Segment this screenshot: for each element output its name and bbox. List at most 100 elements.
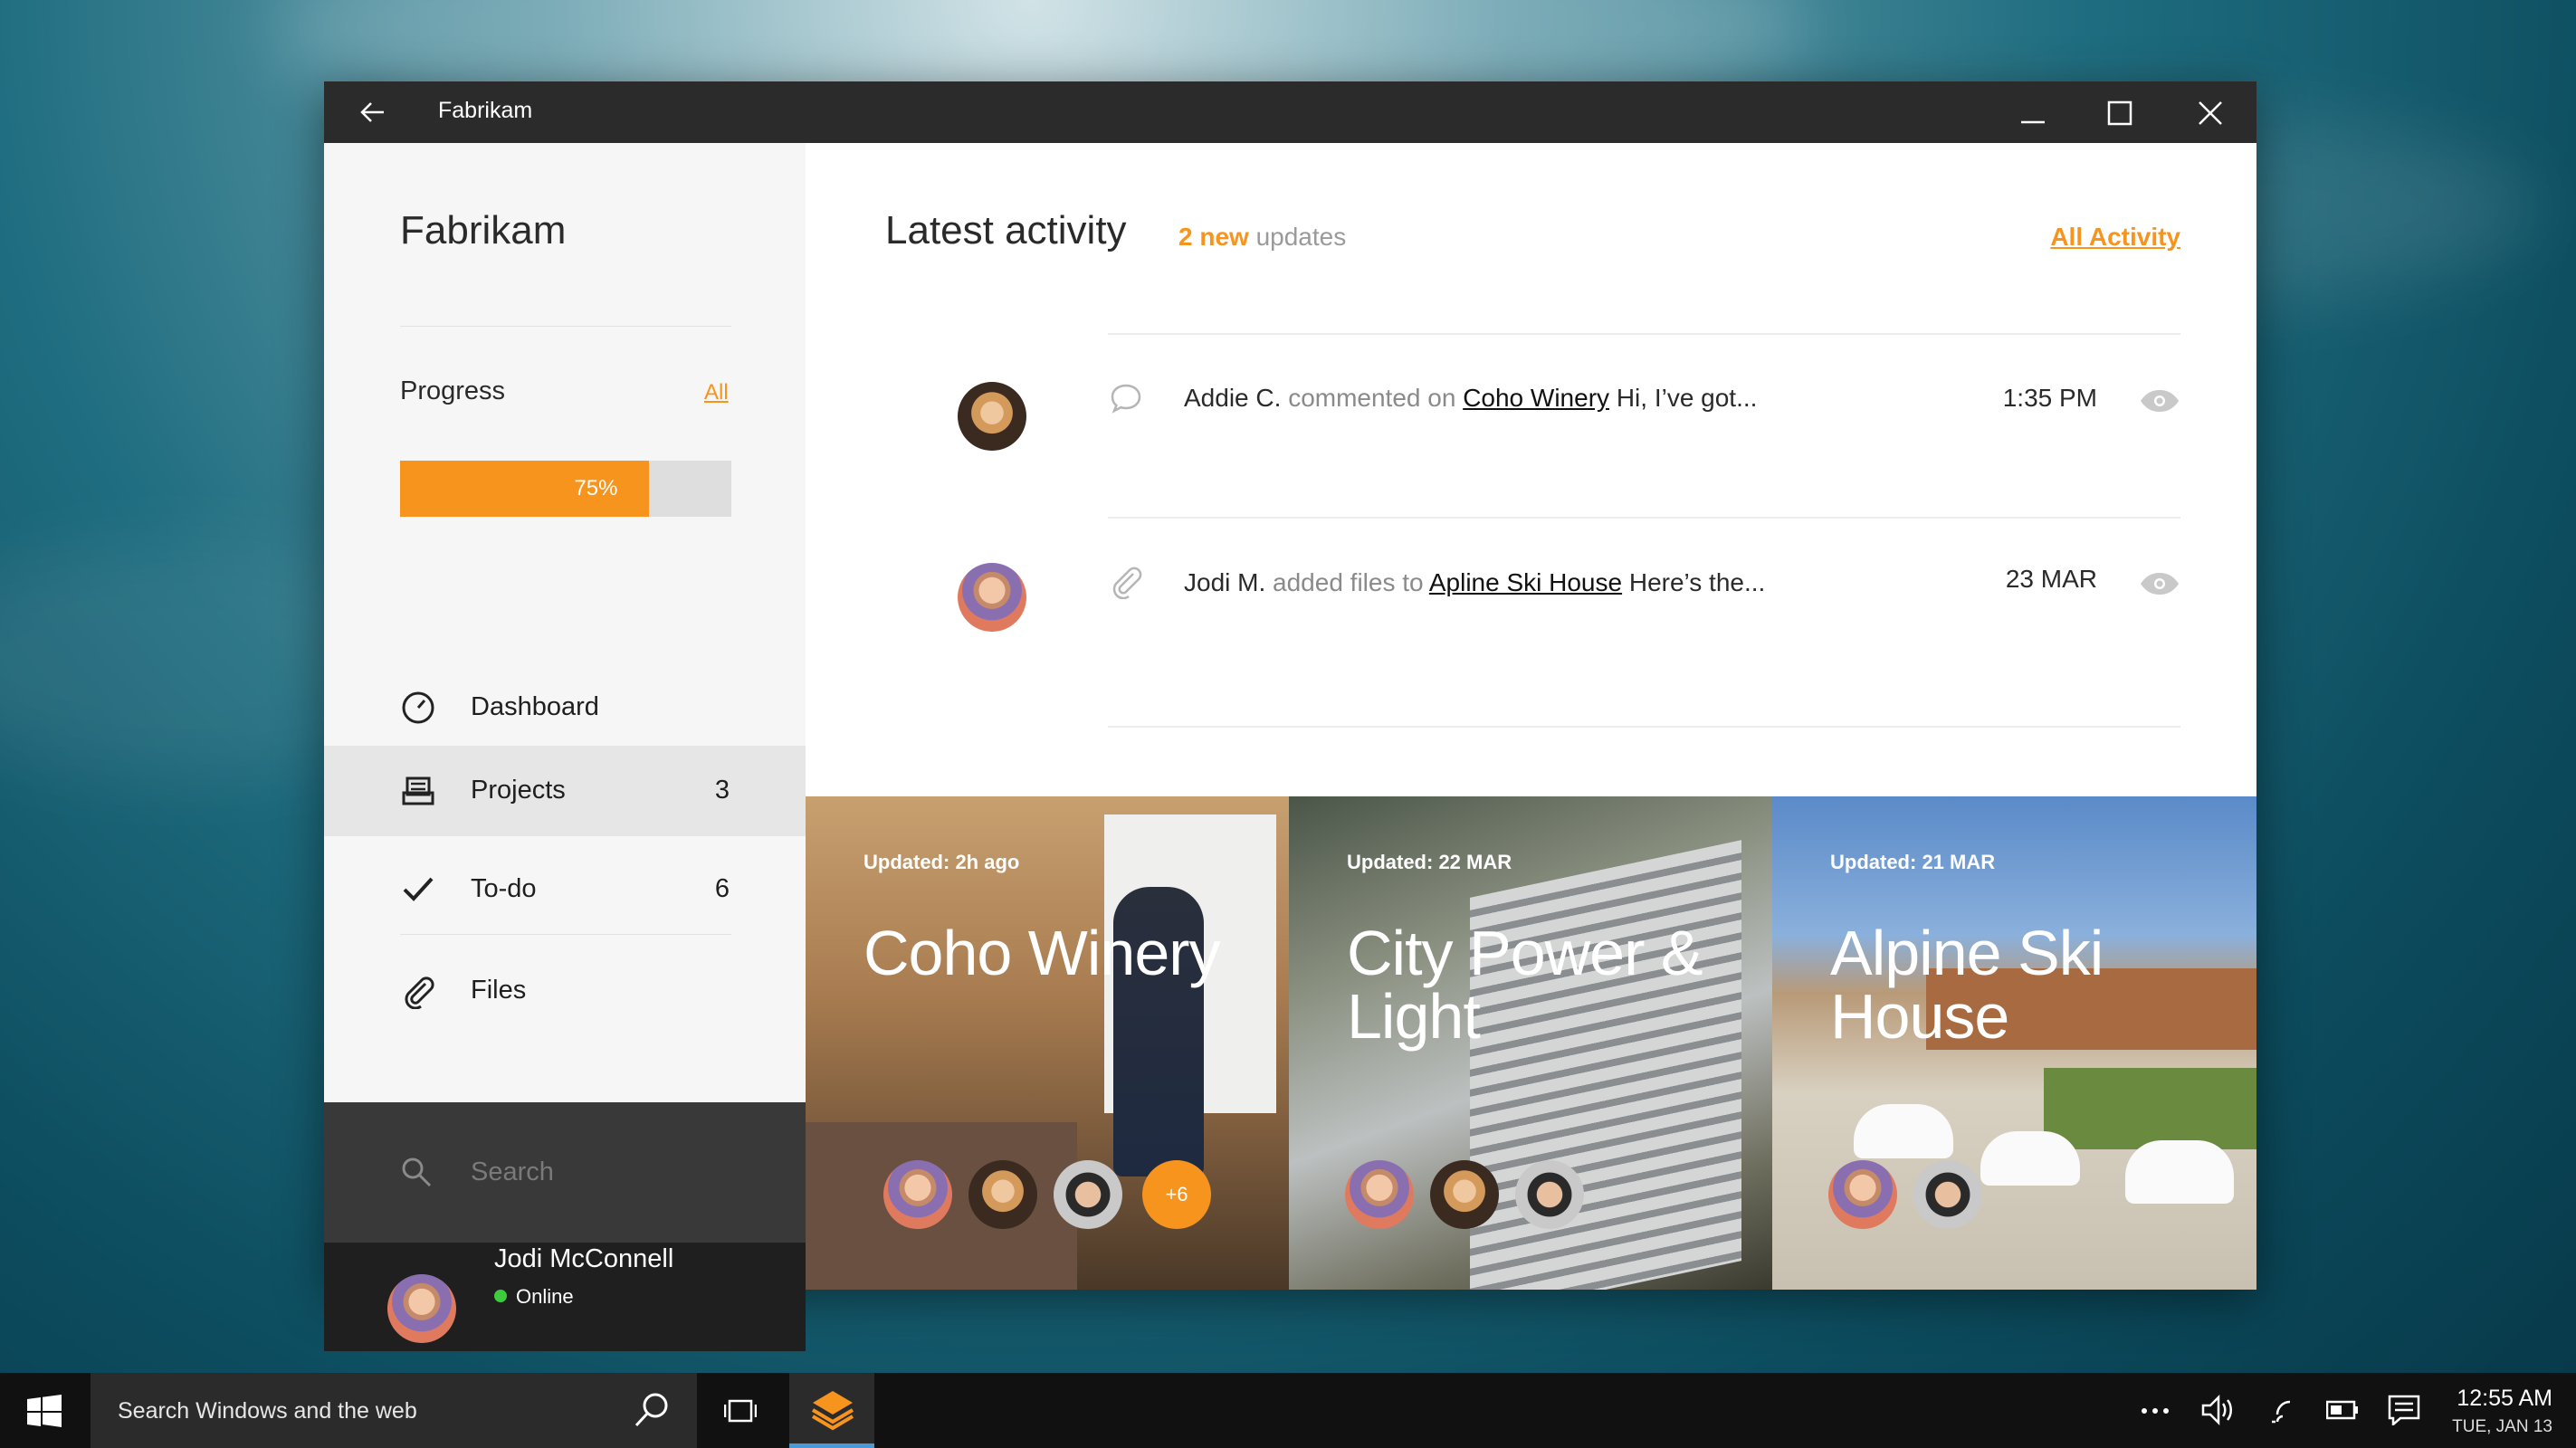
tile-title: Coho Winery [863,918,1221,988]
back-arrow-icon[interactable] [355,94,391,130]
app-name: Fabrikam [400,208,567,252]
tile-title: Alpine Ski House [1830,918,2104,1052]
tile-updated: Updated: 21 MAR [1830,851,1996,873]
nav-label: Dashboard [471,692,599,721]
close-icon [2199,101,2222,125]
member-avatar [1913,1160,1982,1229]
nav-label: Files [471,976,527,1005]
nav-item-projects[interactable]: Projects 3 [324,746,806,836]
taskbar-app-fabrikam[interactable] [789,1373,874,1448]
action-center-icon[interactable] [2388,1395,2420,1425]
chair-shape [2125,1140,2234,1204]
activity-action: commented on [1288,384,1456,412]
minimize-icon [2021,120,2045,124]
clock-date: TUE, JAN 13 [2452,1417,2552,1436]
new-updates-count: 2 new updates [1178,223,1346,252]
divider [400,934,731,935]
more-icon[interactable] [2142,1407,2169,1415]
eye-icon[interactable] [2139,572,2180,595]
tile-updated: Updated: 22 MAR [1347,851,1512,873]
nav-label: Projects [471,776,566,805]
windows-start-icon[interactable] [27,1395,62,1427]
activity-target-link[interactable]: Apline Ski House [1429,568,1622,596]
chair-shape [1980,1131,2080,1186]
chair-shape [1854,1104,1953,1158]
nav-count: 3 [714,776,730,805]
nav-item-files[interactable]: Files [324,946,806,1036]
activity-item[interactable]: Jodi M. added files to Apline Ski House … [806,563,2256,699]
taskbar-search[interactable]: Search Windows and the web [91,1373,697,1448]
checkmark-icon [403,877,434,901]
activity-time: 1:35 PM [2002,384,2097,412]
new-suffix: updates [1255,223,1347,251]
taskbar: Search Windows and the web 12:55 AM TUE,… [0,1373,2576,1448]
user-avatar [387,1274,456,1343]
clock-time: 12:55 AM [2457,1386,2552,1411]
activity-text: Jodi M. added files to Apline Ski House … [1184,568,1765,597]
progress-all-link[interactable]: All [704,380,729,405]
building-shape [1470,840,1741,1290]
all-activity-link[interactable]: All Activity [2050,223,2180,252]
minimize-button[interactable] [1985,81,2074,143]
new-count: 2 new [1178,223,1249,251]
nav-item-dashboard[interactable]: Dashboard [324,662,806,753]
activity-action: added files to [1273,568,1424,596]
tile-title: City Power & Light [1347,918,1703,1052]
user-name: Jodi McConnell [494,1244,674,1273]
project-tile-coho-winery[interactable]: Updated: 2h ago Coho Winery +6 [806,796,1289,1290]
maximize-button[interactable] [2075,81,2164,143]
title-bar: Fabrikam [324,81,2256,143]
window-title: Fabrikam [438,98,533,123]
activity-snippet: Here’s the... [1628,568,1766,596]
sidebar-search [324,1102,806,1243]
dashboard-gauge-icon [402,691,434,724]
project-tile-city-power[interactable]: Updated: 22 MAR City Power & Light [1289,796,1772,1290]
status-text: Online [516,1285,574,1308]
battery-icon[interactable] [2326,1400,2359,1420]
member-avatar [968,1160,1037,1229]
member-avatar [1515,1160,1584,1229]
comment-icon [1111,384,1141,414]
member-avatar [883,1160,952,1229]
member-avatar [1345,1160,1414,1229]
nav-item-todo[interactable]: To-do 6 [324,844,806,935]
eye-icon[interactable] [2139,389,2180,413]
activity-avatar [958,382,1026,451]
paperclip-icon [405,976,434,1009]
stacked-layers-icon [811,1391,854,1431]
maximize-icon [2107,100,2132,126]
tile-updated: Updated: 2h ago [863,851,1020,873]
taskbar-search-text: Search Windows and the web [118,1398,417,1424]
activity-panel: Latest activity 2 new updates All Activi… [806,143,2256,878]
online-indicator [494,1290,507,1303]
search-icon [634,1393,668,1427]
progress-label: Progress [400,376,506,405]
task-view-icon[interactable] [724,1398,757,1424]
activity-text: Addie C. commented on Coho Winery Hi, I’… [1184,384,1757,413]
close-button[interactable] [2166,81,2255,143]
divider [1108,726,2180,728]
activity-actor: Addie C. [1184,384,1282,412]
volume-icon[interactable] [2201,1395,2234,1425]
divider [400,326,731,327]
activity-title: Latest activity [885,208,1127,252]
project-tiles: Updated: 2h ago Coho Winery +6 Updated: … [806,796,2256,1290]
more-members-badge[interactable]: +6 [1142,1160,1211,1229]
activity-avatar [958,563,1026,632]
taskbar-clock[interactable]: 12:55 AM TUE, JAN 13 [2452,1386,2552,1437]
activity-target-link[interactable]: Coho Winery [1463,384,1609,412]
member-avatar [1054,1160,1122,1229]
progress-bar: 75% [400,461,731,517]
search-icon [402,1157,432,1187]
activity-snippet: Hi, I’ve got... [1616,384,1758,412]
search-input[interactable] [471,1152,742,1192]
network-icon[interactable] [2268,1396,2297,1425]
lawn-shape [2044,1068,2256,1149]
activity-actor: Jodi M. [1184,568,1266,596]
user-status: Online [494,1285,574,1309]
project-tile-alpine-ski[interactable]: Updated: 21 MAR Alpine Ski House [1772,796,2256,1290]
divider [1108,333,2180,335]
activity-item[interactable]: Addie C. commented on Coho Winery Hi, I’… [806,382,2256,518]
active-indicator [789,1443,874,1448]
paperclip-icon [1112,567,1142,599]
